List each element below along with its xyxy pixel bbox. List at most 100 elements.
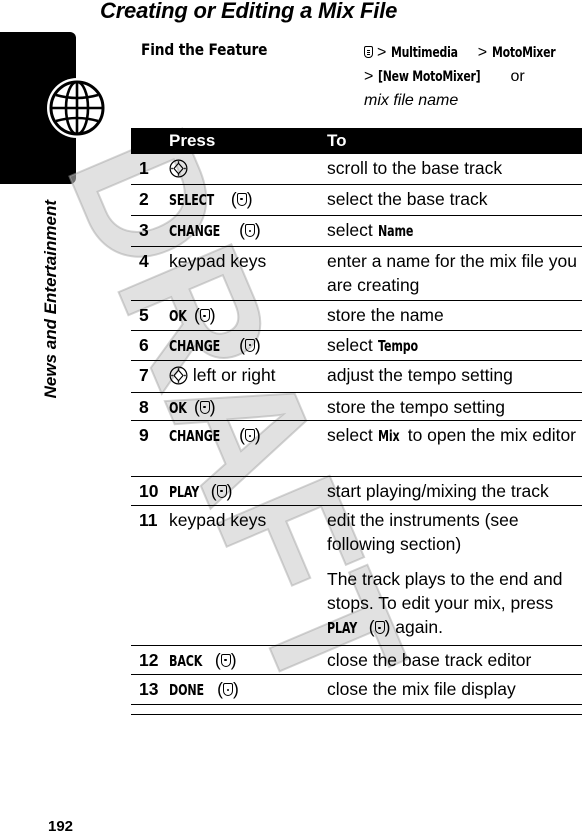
softkey-icon	[220, 653, 231, 667]
menu-option: Tempo	[377, 336, 418, 355]
to-text: select Mix to open the mix editor	[327, 423, 582, 448]
menu-option: Name	[377, 222, 413, 240]
path-item-multimedia: Multimedia	[390, 45, 458, 61]
softkey-icon	[244, 224, 255, 237]
softkey-icon	[216, 484, 227, 498]
press-text: left or right	[188, 365, 276, 385]
page-title: Creating or Editing a Mix File	[100, 0, 398, 23]
step-number: 7	[139, 365, 149, 385]
table-row: 13 DONE () close the mix file display	[131, 675, 582, 705]
softkey-icon	[244, 338, 255, 352]
menu-option: Mix	[377, 427, 400, 445]
table-row: 8 OK () store the tempo setting	[131, 393, 582, 424]
path-item-new-motomixer: [New MotoMixer]	[377, 69, 481, 85]
press-cell: PLAY ()	[169, 479, 232, 504]
to-cell: select Mix to open the mix editor	[327, 421, 582, 453]
path-item-motomixer: MotoMixer	[491, 45, 556, 61]
to-cell: select the base track	[327, 185, 582, 216]
table-row: 10 PLAY () start playing/mixing the track	[131, 477, 582, 508]
path-alt-mix-file-name: mix file name	[364, 92, 459, 109]
softkey-icon	[199, 400, 210, 414]
softkey-icon	[374, 621, 385, 634]
to-cell: enter a name for the mix file you are cr…	[327, 247, 582, 302]
page-number: 192	[48, 818, 74, 835]
to-text: store the tempo setting	[327, 396, 506, 417]
to-cell: select Tempo	[327, 331, 582, 363]
step-number: 2	[139, 188, 149, 209]
to-cell: close the base track editor	[327, 646, 582, 677]
softkey-label: DONE	[169, 681, 204, 699]
table-row: 2 SELECT () select the base track	[131, 185, 582, 216]
table-row: 3 CHANGE () select Name	[131, 216, 582, 247]
find-feature-label: Find the Feature	[141, 40, 268, 59]
to-text: enter a name for the mix file you are cr…	[327, 250, 577, 295]
section-label-news: News and	[41, 319, 60, 399]
to-cell: store the name	[327, 301, 582, 332]
to-cell: start playing/mixing the track	[327, 477, 582, 508]
press-cell: left or right	[169, 363, 276, 387]
press-cell: CHANGE ()	[169, 218, 261, 243]
header-to: To	[327, 131, 347, 150]
softkey-icon	[223, 683, 234, 696]
softkey-label: OK	[169, 307, 187, 325]
table-row: 9 CHANGE () select Mix to open the mix edi…	[131, 421, 582, 477]
press-cell: OK ()	[169, 395, 216, 420]
softkey-label: CHANGE	[169, 336, 221, 355]
press-cell: keypad keys	[169, 249, 266, 273]
globe-icon	[47, 78, 107, 138]
step-number: 13	[139, 679, 159, 699]
nav-key-icon	[169, 366, 188, 385]
section-label: News and Entertainment	[36, 200, 66, 560]
header-press: Press	[169, 131, 216, 150]
table-header: Press To	[131, 128, 582, 154]
to-cell: scroll to the base track	[327, 154, 582, 185]
to-cell: edit the instruments (see following sect…	[327, 506, 582, 645]
to-text: close the base track editor	[327, 649, 532, 670]
step-number: 12	[139, 649, 159, 670]
table-row: 6 CHANGE () select Tempo	[131, 331, 582, 363]
step-number: 9	[139, 425, 149, 445]
nav-key-icon	[169, 159, 188, 178]
softkey-label: SELECT	[169, 190, 215, 209]
table-row: 7 left or right adjust the tempo setting	[131, 361, 582, 393]
press-cell: SELECT ()	[169, 187, 253, 212]
table-row: 12 BACK () close the base track editor	[131, 646, 582, 677]
step-number: 4	[139, 250, 149, 271]
find-feature-path: > Multimedia > MotoMixer > [New MotoMixe…	[364, 41, 579, 112]
press-cell: DONE ()	[169, 677, 239, 702]
press-cell	[169, 156, 188, 180]
step-number: 6	[139, 334, 149, 355]
to-text: select Tempo	[327, 333, 582, 358]
steps-table: Press To 1 scroll to the base track 2 SELEC…	[131, 128, 582, 705]
path-separator: >	[377, 44, 387, 61]
step-number: 10	[139, 480, 159, 501]
softkey-label: OK	[169, 398, 187, 417]
to-text: scroll to the base track	[327, 158, 503, 178]
to-text: select the base track	[327, 188, 488, 209]
section-label-entertainment: Entertainment	[41, 200, 60, 320]
softkey-icon	[236, 192, 247, 206]
press-cell: keypad keys	[169, 508, 266, 532]
to-cell: select Name	[327, 216, 582, 248]
to-text: select Name	[327, 218, 582, 243]
softkey-icon	[199, 309, 210, 322]
step-number: 5	[139, 305, 149, 325]
press-text: keypad keys	[169, 510, 267, 530]
softkey-label: PLAY	[169, 482, 200, 501]
to-cell: adjust the tempo setting	[327, 361, 582, 392]
step-number: 11	[139, 510, 158, 530]
step-number: 8	[139, 396, 149, 417]
press-cell: OK ()	[169, 303, 216, 328]
to-text: store the name	[327, 305, 444, 325]
softkey-label: CHANGE	[169, 427, 221, 445]
softkey-label: CHANGE	[169, 222, 221, 240]
press-cell: CHANGE ()	[169, 423, 261, 448]
to-text: close the mix file display	[327, 679, 516, 699]
table-row: 11 keypad keys edit the instruments (see f…	[131, 506, 582, 646]
to-text: adjust the tempo setting	[327, 365, 513, 385]
softkey-label: PLAY	[327, 619, 358, 637]
path-or: or	[510, 68, 525, 85]
to-cell: store the tempo setting	[327, 393, 582, 424]
to-text: edit the instruments (see following sect…	[327, 510, 519, 554]
table-end-rule	[131, 714, 582, 715]
